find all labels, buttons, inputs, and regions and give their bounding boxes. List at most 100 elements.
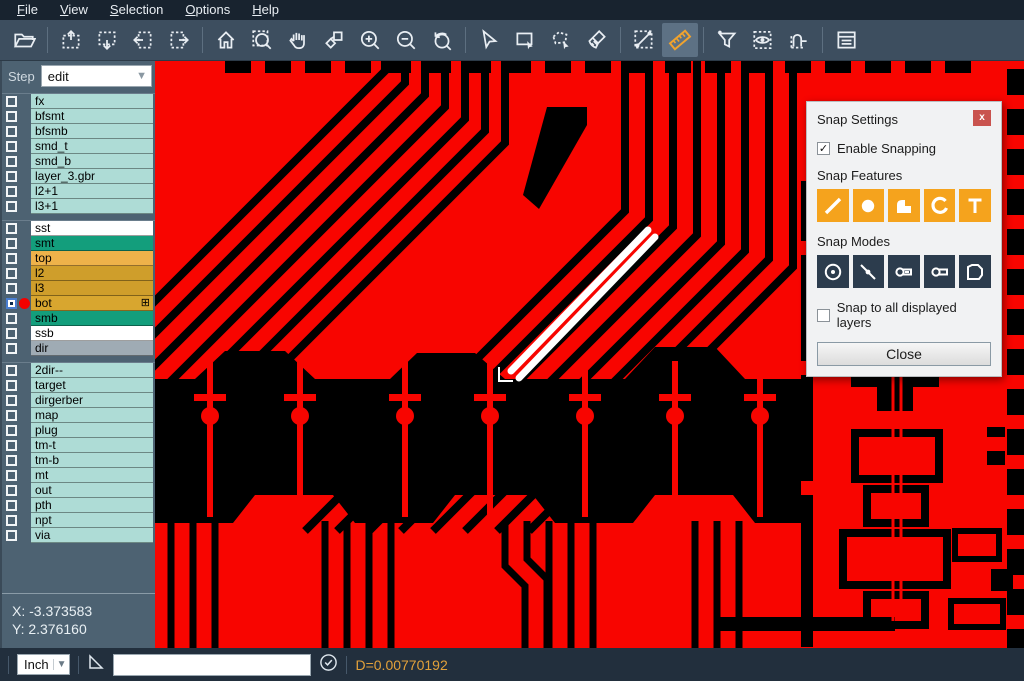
snap-slot-end-icon[interactable] bbox=[924, 255, 956, 288]
zoom-undo-icon[interactable] bbox=[424, 23, 460, 57]
menu-item-options[interactable]: Options bbox=[174, 0, 241, 20]
filter-icon[interactable] bbox=[709, 23, 745, 57]
view-eye-icon[interactable] bbox=[745, 23, 781, 57]
layer-label[interactable]: l2+1 bbox=[31, 184, 153, 199]
layer-label[interactable]: ssb bbox=[31, 326, 153, 341]
layer-label[interactable]: out bbox=[31, 483, 153, 498]
layer-visibility-checkbox[interactable] bbox=[6, 500, 17, 511]
layer-label[interactable]: map bbox=[31, 408, 153, 423]
ruler-icon[interactable] bbox=[662, 23, 698, 57]
snap-line-icon[interactable] bbox=[817, 189, 849, 222]
measure-path-icon[interactable] bbox=[781, 23, 817, 57]
layer-visibility-checkbox[interactable] bbox=[6, 223, 17, 234]
layer-label[interactable]: dirgerber bbox=[31, 393, 153, 408]
import-bottom-icon[interactable] bbox=[89, 23, 125, 57]
apply-check-icon[interactable] bbox=[319, 653, 338, 677]
clean-icon[interactable] bbox=[579, 23, 615, 57]
import-left-icon[interactable] bbox=[125, 23, 161, 57]
zoom-in-icon[interactable] bbox=[352, 23, 388, 57]
layer-label[interactable]: dir bbox=[31, 341, 153, 356]
snap-pad-icon[interactable] bbox=[853, 189, 885, 222]
layer-label[interactable]: top bbox=[31, 251, 153, 266]
snap-center-icon[interactable] bbox=[817, 255, 849, 288]
layer-label[interactable]: l2 bbox=[31, 266, 153, 281]
menu-item-help[interactable]: Help bbox=[241, 0, 290, 20]
layer-visibility-checkbox[interactable] bbox=[6, 425, 17, 436]
zoom-window-icon[interactable] bbox=[244, 23, 280, 57]
layer-visibility-checkbox[interactable] bbox=[6, 201, 17, 212]
layer-label[interactable]: mt bbox=[31, 468, 153, 483]
layer-visibility-checkbox[interactable] bbox=[6, 365, 17, 376]
layer-label[interactable]: 2dir-- bbox=[31, 363, 153, 378]
layer-label[interactable]: smb bbox=[31, 311, 153, 326]
layer-label[interactable]: tm-t bbox=[31, 438, 153, 453]
layer-visibility-checkbox[interactable] bbox=[6, 126, 17, 137]
import-top-icon[interactable] bbox=[53, 23, 89, 57]
layer-visibility-checkbox[interactable] bbox=[6, 141, 17, 152]
layer-label[interactable]: l3+1 bbox=[31, 199, 153, 214]
layer-visibility-checkbox[interactable] bbox=[6, 238, 17, 249]
select-arrow-icon[interactable] bbox=[471, 23, 507, 57]
layer-visibility-checkbox[interactable] bbox=[6, 313, 17, 324]
measure-line-icon[interactable] bbox=[626, 23, 662, 57]
layer-visibility-checkbox[interactable] bbox=[6, 380, 17, 391]
snap-slot-center-icon[interactable] bbox=[888, 255, 920, 288]
layer-visibility-checkbox[interactable] bbox=[6, 156, 17, 167]
close-button[interactable]: Close bbox=[817, 342, 991, 366]
layer-label[interactable]: tm-b bbox=[31, 453, 153, 468]
layer-label[interactable]: l3 bbox=[31, 281, 153, 296]
layer-visibility-checkbox[interactable] bbox=[6, 395, 17, 406]
layer-label[interactable]: plug bbox=[31, 423, 153, 438]
layer-visibility-checkbox[interactable] bbox=[6, 530, 17, 541]
snap-vertex-icon[interactable] bbox=[959, 255, 991, 288]
zoom-object-icon[interactable] bbox=[316, 23, 352, 57]
snap-arc-icon[interactable] bbox=[924, 189, 956, 222]
layer-visibility-checkbox[interactable] bbox=[6, 455, 17, 466]
layer-label[interactable]: layer_3.gbr bbox=[31, 169, 153, 184]
layer-visibility-checkbox[interactable] bbox=[6, 283, 17, 294]
layer-label[interactable]: smt bbox=[31, 236, 153, 251]
zoom-out-icon[interactable] bbox=[388, 23, 424, 57]
snap-closest-icon[interactable] bbox=[853, 255, 885, 288]
home-icon[interactable] bbox=[208, 23, 244, 57]
layer-label[interactable]: smd_b bbox=[31, 154, 153, 169]
close-icon[interactable]: x bbox=[973, 110, 991, 126]
snap-all-layers-checkbox[interactable] bbox=[817, 309, 830, 322]
layer-label[interactable]: sst bbox=[31, 221, 153, 236]
layer-visibility-checkbox[interactable] bbox=[6, 485, 17, 496]
snap-surface-icon[interactable] bbox=[888, 189, 920, 222]
layer-visibility-checkbox[interactable] bbox=[6, 171, 17, 182]
layer-label[interactable]: fx bbox=[31, 94, 153, 109]
layer-label[interactable]: pth bbox=[31, 498, 153, 513]
pan-icon[interactable] bbox=[280, 23, 316, 57]
layer-label[interactable]: via bbox=[31, 528, 153, 543]
snap-text-icon[interactable] bbox=[959, 189, 991, 222]
menu-item-file[interactable]: File bbox=[6, 0, 49, 20]
layer-visibility-checkbox[interactable] bbox=[6, 186, 17, 197]
step-select[interactable]: edit ▼ bbox=[41, 65, 152, 87]
layer-label[interactable]: bot⊞ bbox=[31, 296, 153, 311]
layer-visibility-checkbox[interactable] bbox=[6, 515, 17, 526]
layer-visibility-checkbox[interactable] bbox=[6, 111, 17, 122]
layer-label[interactable]: smd_t bbox=[31, 139, 153, 154]
layer-visibility-checkbox[interactable] bbox=[6, 268, 17, 279]
select-poly-icon[interactable] bbox=[543, 23, 579, 57]
layer-visibility-checkbox[interactable] bbox=[6, 343, 17, 354]
enable-snapping-checkbox[interactable]: ✓ bbox=[817, 142, 830, 155]
layer-visibility-checkbox[interactable] bbox=[6, 440, 17, 451]
menu-item-view[interactable]: View bbox=[49, 0, 99, 20]
measure-input[interactable] bbox=[113, 654, 311, 676]
folder-open-icon[interactable] bbox=[6, 23, 42, 57]
layer-visibility-checkbox[interactable] bbox=[6, 328, 17, 339]
layer-visibility-checkbox[interactable] bbox=[6, 96, 17, 107]
layer-visibility-checkbox[interactable] bbox=[6, 253, 17, 264]
layer-label[interactable]: bfsmb bbox=[31, 124, 153, 139]
menu-item-selection[interactable]: Selection bbox=[99, 0, 174, 20]
unit-select[interactable]: Inch ▼ bbox=[17, 654, 70, 675]
layer-visibility-checkbox[interactable] bbox=[6, 410, 17, 421]
select-rect-icon[interactable] bbox=[507, 23, 543, 57]
layer-visibility-checkbox[interactable] bbox=[6, 470, 17, 481]
layer-visibility-checkbox[interactable] bbox=[6, 298, 17, 309]
layer-label[interactable]: target bbox=[31, 378, 153, 393]
report-icon[interactable] bbox=[828, 23, 864, 57]
